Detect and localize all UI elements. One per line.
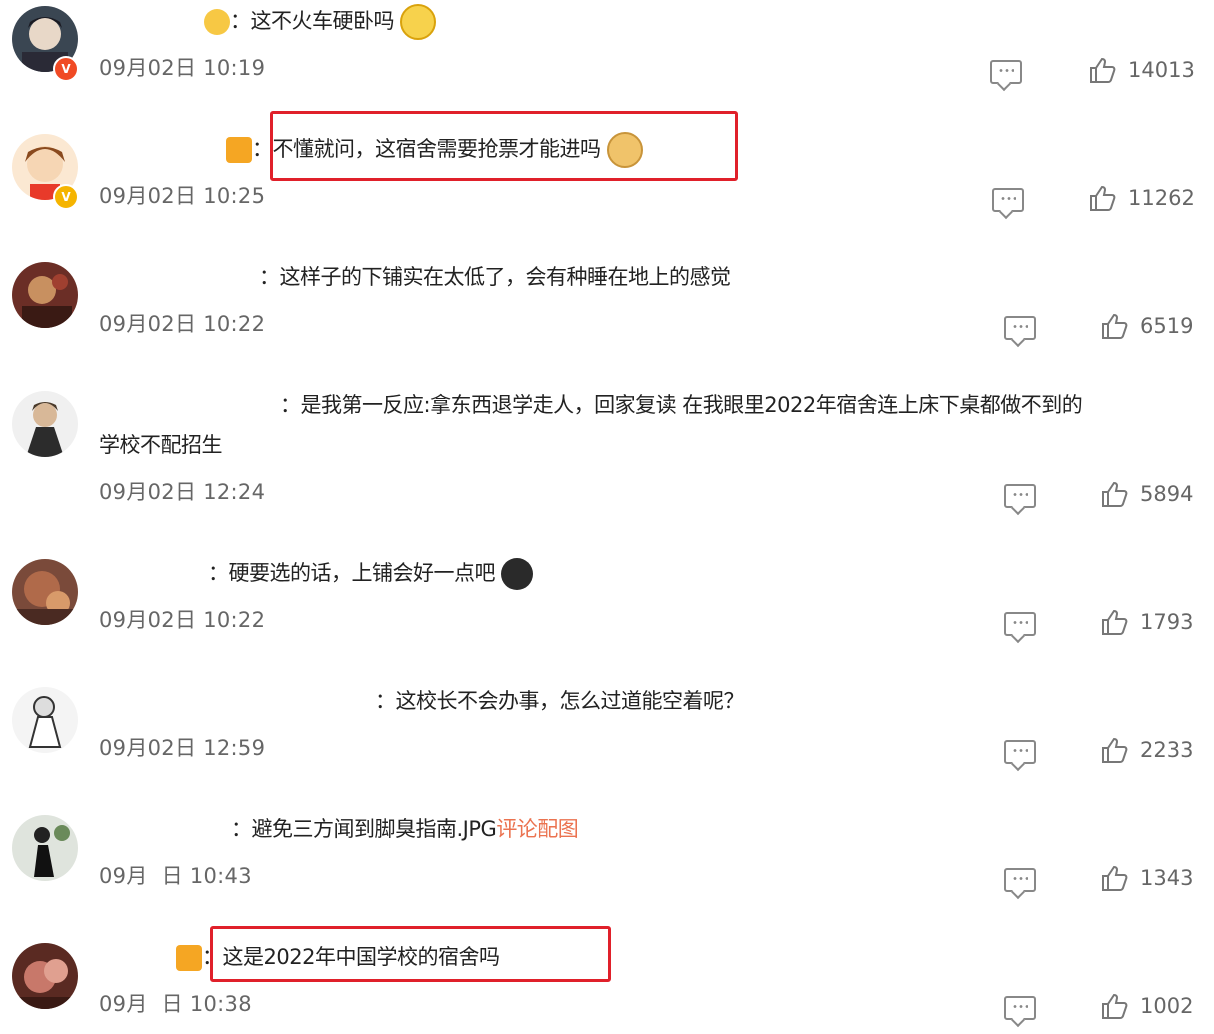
thumbs-up-icon: [1102, 737, 1128, 763]
comment-text-continued: 学校不配招生: [99, 433, 223, 457]
thumbs-up-icon: [1102, 865, 1128, 891]
comment-text: ：避免三方闻到脚臭指南.JPG评论配图: [231, 817, 579, 841]
avatar[interactable]: [12, 391, 78, 457]
comment-time: 09月 日 10:43: [99, 864, 252, 888]
verified-badge-icon: V: [53, 184, 79, 210]
avatar[interactable]: [12, 815, 78, 881]
emoji-icon: [204, 9, 230, 35]
reply-icon[interactable]: [1004, 612, 1036, 636]
like-button[interactable]: 14013: [1088, 56, 1195, 84]
thumbs-up-icon: [1090, 57, 1116, 83]
like-button[interactable]: 5894: [1100, 480, 1193, 508]
comment-time: 09月02日 10:22: [99, 608, 266, 632]
crown-badge-icon: [176, 945, 202, 971]
image-link[interactable]: 评论配图: [496, 817, 579, 841]
verified-badge-icon: V: [53, 56, 79, 82]
like-button[interactable]: 1793: [1100, 608, 1193, 636]
like-button[interactable]: 2233: [1100, 736, 1193, 764]
highlight-box: [270, 111, 738, 181]
crown-badge-icon: [226, 137, 252, 163]
comment-text: ：硬要选的话，上铺会好一点吧: [208, 553, 534, 593]
thumbs-up-icon: [1102, 993, 1128, 1019]
comment-text: ：这样子的下铺实在太低了，会有种睡在地上的感觉: [259, 265, 731, 289]
thumbs-up-icon: [1102, 609, 1128, 635]
comment-time: 09月 日 10:38: [99, 992, 252, 1016]
thumbs-up-icon: [1102, 313, 1128, 339]
avatar[interactable]: [12, 687, 78, 753]
avatar[interactable]: [12, 943, 78, 1009]
comment-text: ：这不火车硬卧吗: [204, 1, 437, 41]
reply-icon[interactable]: [990, 60, 1022, 84]
highlight-box: [210, 926, 611, 982]
sweat-emoji-icon: [501, 558, 534, 590]
comment-time: 09月02日 12:59: [99, 736, 266, 760]
reply-icon[interactable]: [1004, 484, 1036, 508]
reply-icon[interactable]: [1004, 868, 1036, 892]
reply-icon[interactable]: [1004, 740, 1036, 764]
comment-time: 09月02日 10:25: [99, 184, 266, 208]
like-button[interactable]: 11262: [1088, 184, 1195, 212]
laugh-cry-emoji-icon: [400, 4, 437, 40]
reply-icon[interactable]: [1004, 996, 1036, 1020]
like-button[interactable]: 6519: [1100, 312, 1193, 340]
comment-time: 09月02日 10:22: [99, 312, 266, 336]
comment-text: ：是我第一反应:拿东西退学走人，回家复读 在我眼里2022年宿舍连上床下桌都做不…: [280, 393, 1083, 417]
reply-icon[interactable]: [992, 188, 1024, 212]
thumbs-up-icon: [1102, 481, 1128, 507]
comment-time: 09月02日 12:24: [99, 480, 266, 504]
comment-text: ：这校长不会办事，怎么过道能空着呢？: [375, 689, 745, 713]
like-button[interactable]: 1343: [1100, 864, 1193, 892]
reply-icon[interactable]: [1004, 316, 1036, 340]
avatar[interactable]: [12, 262, 78, 328]
thumbs-up-icon: [1090, 185, 1116, 211]
comment-time: 09月02日 10:19: [99, 56, 266, 80]
avatar[interactable]: [12, 559, 78, 625]
like-button[interactable]: 1002: [1100, 992, 1193, 1020]
